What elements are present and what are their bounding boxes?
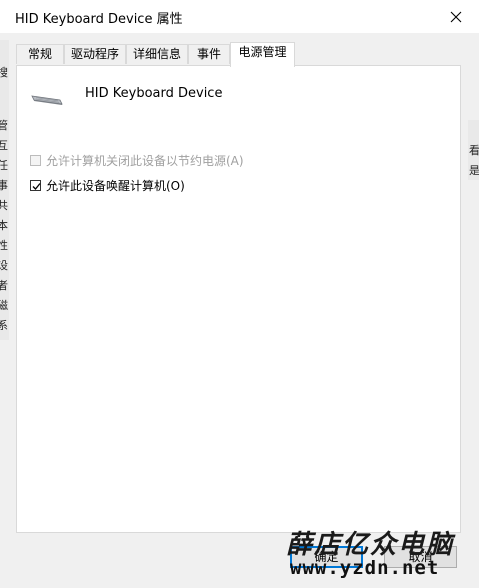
tab-driver[interactable]: 驱动程序 [64,44,126,64]
background-fragment: 系 [0,319,8,332]
background-fragment: 磁 [0,299,8,312]
ok-button[interactable]: 确定 [290,546,363,568]
tab-details[interactable]: 详细信息 [126,44,188,64]
keyboard-icon [31,95,63,105]
allow-wake-checkbox[interactable] [30,180,41,191]
background-fragment: 管 [0,119,8,132]
background-fragment: 设 [0,259,8,272]
window-title: HID Keyboard Device 属性 [15,12,183,27]
cancel-button[interactable]: 取消 [384,546,457,568]
allow-wake-label: 允许此设备唤醒计算机(O) [46,179,185,193]
tab-content-panel [16,65,461,533]
tab-general[interactable]: 常规 [16,44,64,64]
background-fragment: 搜 [0,66,8,79]
background-fragment: 是 [469,164,479,177]
tab-events[interactable]: 事件 [188,44,230,64]
properties-dialog: 搜管互任事共本性设者磁系 看是 HID Keyboard Device 属性 常… [0,0,479,588]
background-fragment: 者 [0,279,8,292]
allow-power-off-option: 允许计算机关闭此设备以节约电源(A) [30,152,244,169]
background-fragment: 本 [0,219,8,232]
allow-power-off-label: 允许计算机关闭此设备以节约电源(A) [46,154,244,168]
background-fragment: 任 [0,159,8,172]
background-fragment: 事 [0,179,8,192]
title-bar: HID Keyboard Device 属性 [0,0,479,33]
close-button[interactable] [433,0,479,33]
background-fragment: 看 [469,144,479,157]
background-fragment: 性 [0,239,8,252]
allow-power-off-checkbox[interactable] [30,155,41,166]
tab-power-management[interactable]: 电源管理 [230,42,295,67]
allow-wake-option: 允许此设备唤醒计算机(O) [30,177,185,194]
close-icon [450,11,462,22]
background-fragment: 互 [0,139,8,152]
device-name: HID Keyboard Device [85,86,223,101]
background-fragment: 共 [0,199,8,212]
checkmark-icon [32,183,41,190]
